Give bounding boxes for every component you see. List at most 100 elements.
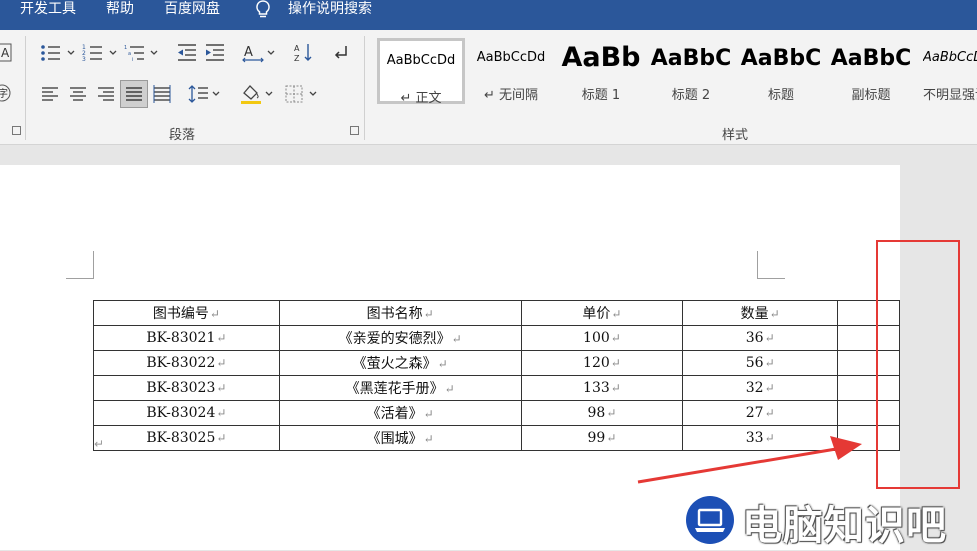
cell-mark: ↵ [216, 331, 227, 345]
table-header-cell[interactable]: 图书编号↵ [93, 300, 280, 326]
enclose-char-icon[interactable]: 字 [0, 82, 12, 104]
char-border-icon[interactable]: A [0, 42, 12, 64]
menu-item-help[interactable]: 帮助 [106, 0, 134, 18]
style-heading-2[interactable]: AaBbC 标题 2 [647, 38, 735, 104]
style-name: 不明显强调 [923, 88, 977, 103]
style-subtitle[interactable]: AaBbC 副标题 [827, 38, 915, 104]
style-title[interactable]: AaBbC 标题 [737, 38, 825, 104]
table-cell[interactable]: BK-83024↵ [93, 400, 280, 426]
font-group-launcher-icon[interactable] [12, 126, 21, 135]
cell-text: 98 [587, 405, 606, 421]
cell-text: 《萤火之森》 [352, 356, 437, 372]
cell-text: 133 [583, 380, 610, 396]
table-cell[interactable]: 36↵ [682, 325, 839, 351]
style-heading-1[interactable]: AaBb 标题 1 [557, 38, 645, 104]
style-subtle-emphasis[interactable]: AaBbCcDd 不明显强调 [917, 38, 977, 104]
justify-button[interactable] [120, 80, 148, 108]
style-preview: AaBbC [830, 46, 912, 71]
numbering-icon[interactable]: 123 [82, 42, 118, 64]
style-name: 标题 [767, 88, 794, 103]
increase-indent-icon[interactable] [204, 42, 226, 64]
paragraph-mark: ↵ [94, 437, 105, 451]
show-paragraph-marks-icon[interactable] [330, 42, 350, 64]
style-preview: AaBbCcDd [476, 50, 546, 65]
cell-mark: ↵ [423, 432, 434, 446]
cell-text: BK-83025 [146, 430, 216, 446]
cell-mark: ↵ [769, 307, 780, 321]
line-spacing-icon[interactable] [188, 83, 224, 105]
style-preview: AaBbC [650, 46, 732, 71]
table-cell[interactable]: 133↵ [520, 375, 684, 401]
align-left-icon[interactable] [40, 83, 60, 105]
cell-mark: ↵ [423, 307, 434, 321]
table-cell[interactable]: 27↵ [682, 400, 839, 426]
watermark-logo [686, 496, 734, 544]
style-normal[interactable]: AaBbCcDd ↵ 正文 [377, 38, 465, 106]
table-header-cell[interactable]: 单价↵ [520, 300, 684, 326]
crop-mark [66, 278, 93, 279]
cell-text: 120 [583, 355, 610, 371]
table-cell[interactable]: 《萤火之森》↵ [278, 350, 522, 376]
ribbon-separator [364, 36, 365, 140]
style-preview: AaBbCcDd [386, 53, 456, 68]
menu-item-baidu-netdisk[interactable]: 百度网盘 [164, 0, 220, 18]
ribbon-separator [25, 36, 26, 140]
style-no-spacing[interactable]: AaBbCcDd ↵ 无间隔 [467, 38, 555, 104]
cell-text: BK-83021 [146, 330, 216, 346]
table-cell[interactable]: BK-83022↵ [93, 350, 280, 376]
table-cell[interactable]: 《黑莲花手册》↵ [278, 375, 522, 401]
asian-layout-icon[interactable]: A [242, 42, 278, 64]
table-header-cell[interactable]: 数量↵ [682, 300, 839, 326]
table-cell[interactable]: 98↵ [520, 400, 684, 426]
align-center-icon[interactable] [68, 83, 88, 105]
cell-mark: ↵ [610, 381, 621, 395]
svg-text:A: A [1, 46, 10, 60]
cell-text: 100 [583, 330, 610, 346]
style-name: 副标题 [851, 88, 891, 103]
decrease-indent-icon[interactable] [176, 42, 198, 64]
table-cell[interactable]: 《围城》↵ [278, 425, 522, 451]
distributed-icon[interactable] [152, 83, 172, 105]
crop-mark [93, 251, 94, 279]
styles-group-label: 样式 [722, 128, 749, 143]
tell-me-search[interactable]: 操作说明搜索 [288, 0, 372, 18]
highlight-box [876, 240, 960, 489]
style-preview: AaBbC [740, 46, 822, 71]
table-cell[interactable]: 《亲爱的安德烈》↵ [278, 325, 522, 351]
cell-text: BK-83024 [146, 405, 216, 421]
table-cell[interactable]: 100↵ [520, 325, 684, 351]
table-cell[interactable]: BK-83023↵ [93, 375, 280, 401]
table-cell[interactable]: 120↵ [520, 350, 684, 376]
cell-text: 27 [745, 405, 764, 421]
table-cell[interactable]: 《活着》↵ [278, 400, 522, 426]
cell-text: BK-83022 [146, 355, 216, 371]
cell-mark: ↵ [451, 332, 462, 346]
table-cell[interactable]: BK-83021↵ [93, 325, 280, 351]
bullets-icon[interactable] [40, 42, 76, 64]
menu-item-developer-tools[interactable]: 开发工具 [20, 0, 76, 18]
paragraph-group-launcher-icon[interactable] [350, 126, 359, 135]
multilevel-list-icon[interactable]: 1ai [124, 42, 160, 64]
svg-text:Z: Z [294, 54, 300, 63]
svg-text:字: 字 [0, 87, 8, 100]
borders-icon[interactable] [284, 83, 320, 105]
table-cell[interactable]: 32↵ [682, 375, 839, 401]
header-text: 数量 [740, 306, 769, 322]
lightbulb-icon [254, 0, 272, 20]
style-name: ↵ 正文 [400, 91, 442, 106]
cell-mark: ↵ [606, 431, 617, 445]
align-right-icon[interactable] [96, 83, 116, 105]
books-table[interactable]: 图书编号↵ 图书名称↵ 单价↵ 数量↵ BK-83021↵ 《亲爱的安德烈》↵ … [93, 300, 900, 451]
header-text: 图书编号 [152, 306, 209, 322]
sort-icon[interactable]: AZ [294, 42, 314, 64]
shading-icon[interactable] [240, 83, 276, 105]
svg-text:3: 3 [82, 56, 86, 63]
table-cell[interactable]: BK-83025 ↵ [93, 425, 280, 451]
table-header-cell[interactable]: 图书名称↵ [278, 300, 522, 326]
cell-text: 《黑莲花手册》 [345, 381, 444, 397]
cell-mark: ↵ [610, 331, 621, 345]
cell-text: 32 [745, 380, 764, 396]
table-row: BK-83024↵ 《活着》↵ 98↵ 27↵ [93, 400, 900, 426]
header-text: 图书名称 [366, 306, 423, 322]
table-cell[interactable]: 56↵ [682, 350, 839, 376]
